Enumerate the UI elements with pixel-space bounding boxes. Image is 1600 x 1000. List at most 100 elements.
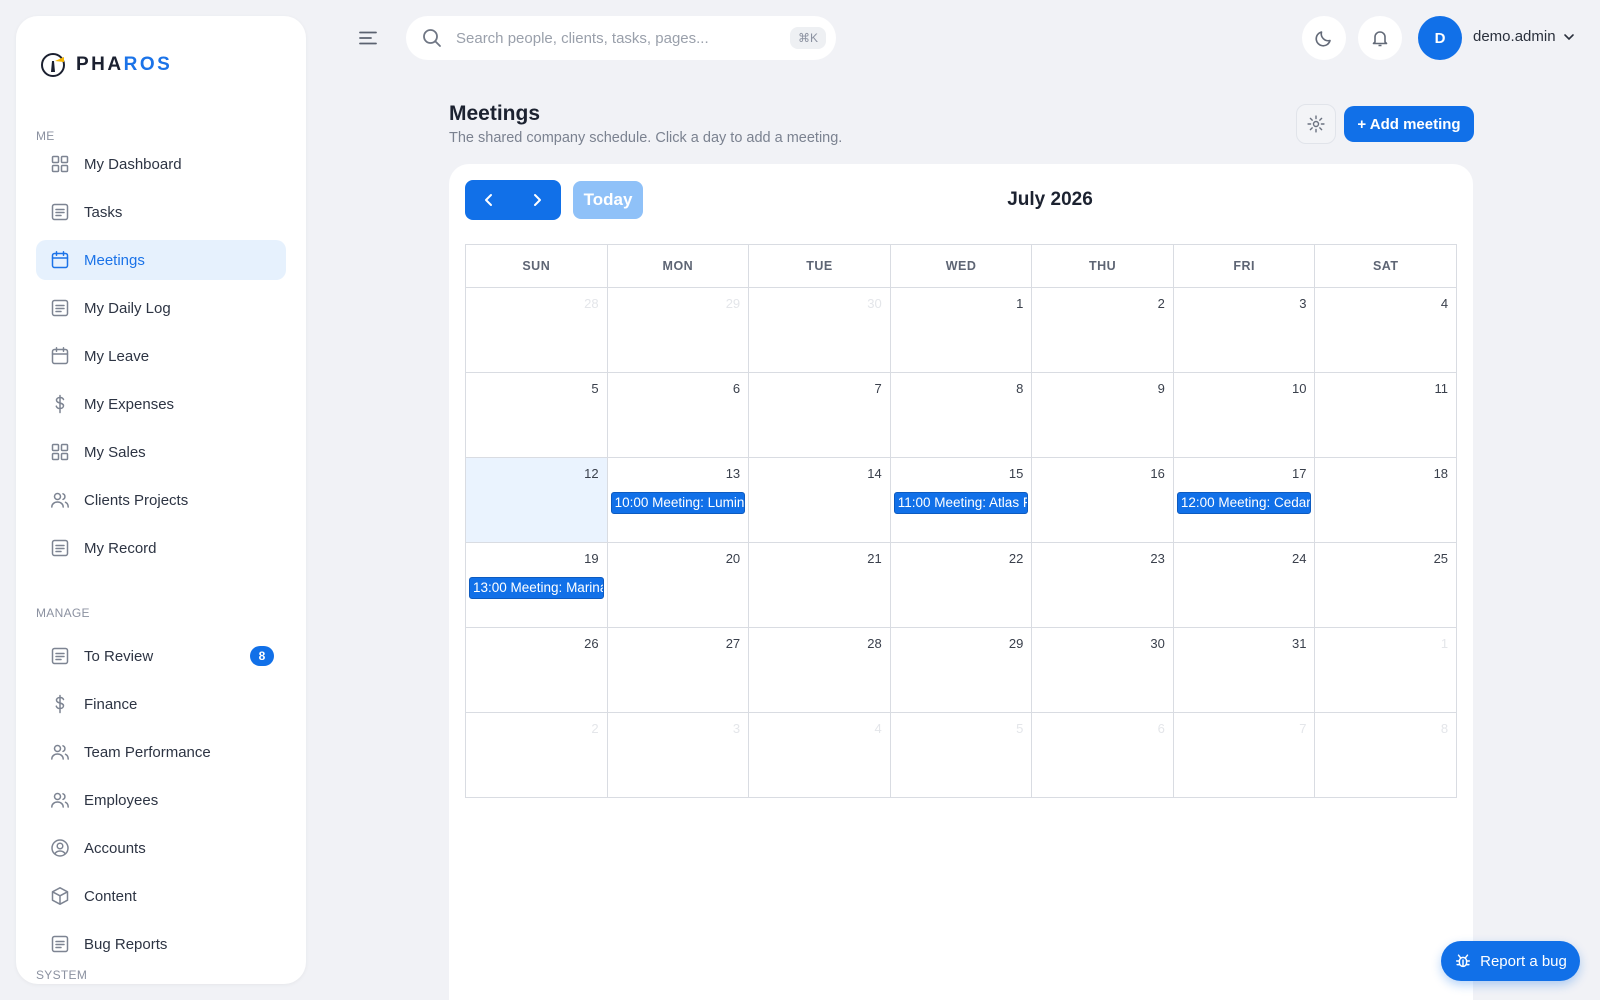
box-icon	[49, 885, 71, 907]
day-cell[interactable]: 9	[1032, 373, 1174, 458]
add-meeting-button[interactable]: + Add meeting	[1344, 106, 1474, 142]
day-cell[interactable]: 1	[890, 288, 1033, 373]
day-cell[interactable]: 5	[890, 713, 1033, 798]
day-cell[interactable]: 4	[1315, 288, 1458, 373]
search-bar[interactable]: ⌘K	[406, 16, 836, 60]
sidebar-item-accounts[interactable]: Accounts	[36, 828, 286, 868]
day-cell-today[interactable]: 12	[466, 458, 608, 543]
day-cell[interactable]: 24	[1173, 543, 1316, 628]
day-cell[interactable]: 29	[890, 628, 1033, 713]
sidebar-item-meetings[interactable]: Meetings	[36, 240, 286, 280]
day-cell[interactable]: 27	[607, 628, 750, 713]
sidebar-item-label: My Expenses	[84, 395, 175, 413]
day-cell[interactable]: 8	[1315, 713, 1458, 798]
meeting-event[interactable]: 12:00 Meeting: Cedar	[1176, 492, 1312, 514]
day-cell[interactable]: 7	[1173, 713, 1316, 798]
day-cell[interactable]: 22	[890, 543, 1033, 628]
day-cell[interactable]: 19 13:00 Meeting: Marina	[466, 543, 608, 628]
sidebar-item-employees[interactable]: Employees	[36, 780, 286, 820]
day-cell[interactable]: 28	[466, 288, 608, 373]
day-cell[interactable]: 28	[749, 628, 891, 713]
chevron-down-icon	[1563, 33, 1574, 40]
sidebar-item-tasks[interactable]: Tasks	[36, 192, 286, 232]
sidebar-item-clients-projects[interactable]: Clients Projects	[36, 480, 286, 520]
day-cell[interactable]: 20	[607, 543, 750, 628]
day-number: 19	[584, 551, 599, 566]
sidebar-item-content[interactable]: Content	[36, 876, 286, 916]
users-icon	[49, 741, 71, 763]
day-cell[interactable]: 6	[1032, 713, 1174, 798]
theme-toggle-button[interactable]	[1302, 16, 1346, 60]
calendar-card: Today July 2026 SUN MON TUE WED THU FRI SAT 28…	[449, 164, 1473, 1000]
day-number: 30	[1150, 636, 1165, 651]
day-cell[interactable]: 8	[890, 373, 1033, 458]
sidebar-item-my-daily-log[interactable]: My Daily Log	[36, 288, 286, 328]
bug-icon	[1456, 954, 1471, 968]
day-cell[interactable]: 18	[1315, 458, 1458, 543]
sidebar-item-my-record[interactable]: My Record	[36, 528, 286, 568]
week-row: 5 6 7 8 9 10 11	[466, 373, 1458, 458]
grid-icon	[49, 153, 71, 175]
day-cell[interactable]: 26	[466, 628, 608, 713]
section-label-system: SYSTEM	[36, 968, 88, 982]
menu-icon	[359, 31, 377, 45]
day-cell[interactable]: 5	[466, 373, 608, 458]
day-cell[interactable]: 4	[749, 713, 891, 798]
sidebar-item-team-performance[interactable]: Team Performance	[36, 732, 286, 772]
day-cell[interactable]: 11	[1315, 373, 1458, 458]
sidebar-item-label: Employees	[84, 791, 159, 809]
day-cell[interactable]: 6	[607, 373, 750, 458]
lighthouse-icon	[41, 53, 65, 77]
day-cell[interactable]: 2	[466, 713, 608, 798]
day-cell[interactable]: 3	[607, 713, 750, 798]
day-number: 23	[1150, 551, 1165, 566]
day-cell[interactable]: 25	[1315, 543, 1458, 628]
day-cell[interactable]: 30	[1032, 628, 1174, 713]
day-cell[interactable]: 30	[749, 288, 891, 373]
day-cell[interactable]: 31	[1173, 628, 1316, 713]
notifications-button[interactable]	[1358, 16, 1402, 60]
search-input[interactable]	[456, 29, 776, 47]
day-cell[interactable]: 1	[1315, 628, 1458, 713]
day-cell[interactable]: 15 11:00 Meeting: Atlas F	[890, 458, 1033, 543]
day-cell[interactable]: 14	[749, 458, 891, 543]
sidebar-item-to-review[interactable]: To Review 8	[36, 636, 286, 676]
report-bug-button[interactable]: Report a bug	[1441, 941, 1580, 981]
day-cell[interactable]: 7	[749, 373, 891, 458]
day-number: 2	[591, 721, 599, 736]
day-number: 17	[1292, 466, 1307, 481]
meeting-event[interactable]: 13:00 Meeting: Marina	[469, 577, 604, 599]
sidebar-item-my-expenses[interactable]: My Expenses	[36, 384, 286, 424]
day-cell[interactable]: 16	[1032, 458, 1174, 543]
day-cell[interactable]: 10	[1173, 373, 1316, 458]
day-number: 5	[1016, 721, 1024, 736]
day-cell[interactable]: 23	[1032, 543, 1174, 628]
calendar-icon	[49, 249, 71, 271]
day-cell[interactable]: 21	[749, 543, 891, 628]
brand-logo[interactable]: PHAROS	[40, 52, 172, 78]
sidebar-toggle-button[interactable]	[356, 26, 380, 50]
sidebar-item-finance[interactable]: Finance	[36, 684, 286, 724]
day-number: 22	[1008, 551, 1024, 566]
week-row: 28 29 30 1 2 3 4	[466, 288, 1458, 373]
weekday-header-row: SUN MON TUE WED THU FRI SAT	[466, 245, 1458, 288]
day-number: 6	[1157, 721, 1165, 736]
meeting-event[interactable]: 11:00 Meeting: Atlas F	[893, 492, 1029, 514]
sidebar-item-my-dashboard[interactable]: My Dashboard	[36, 144, 286, 184]
day-number: 30	[867, 296, 882, 311]
sidebar-item-bug-reports[interactable]: Bug Reports	[36, 924, 286, 964]
sidebar-item-my-leave[interactable]: My Leave	[36, 336, 286, 376]
meeting-event[interactable]: 10:00 Meeting: Lumin	[610, 492, 746, 514]
day-cell[interactable]: 13 10:00 Meeting: Lumin	[607, 458, 750, 543]
day-cell[interactable]: 17 12:00 Meeting: Cedar	[1173, 458, 1316, 543]
day-number: 6	[732, 381, 741, 396]
day-cell[interactable]: 29	[607, 288, 750, 373]
user-menu[interactable]: demo.admin	[1473, 28, 1576, 45]
day-cell[interactable]: 2	[1032, 288, 1174, 373]
day-number: 7	[1299, 721, 1307, 736]
day-cell[interactable]: 3	[1173, 288, 1316, 373]
sidebar-item-my-sales[interactable]: My Sales	[36, 432, 286, 472]
settings-button[interactable]	[1296, 104, 1336, 144]
username: demo.admin	[1473, 28, 1556, 45]
avatar[interactable]: D	[1418, 16, 1462, 60]
